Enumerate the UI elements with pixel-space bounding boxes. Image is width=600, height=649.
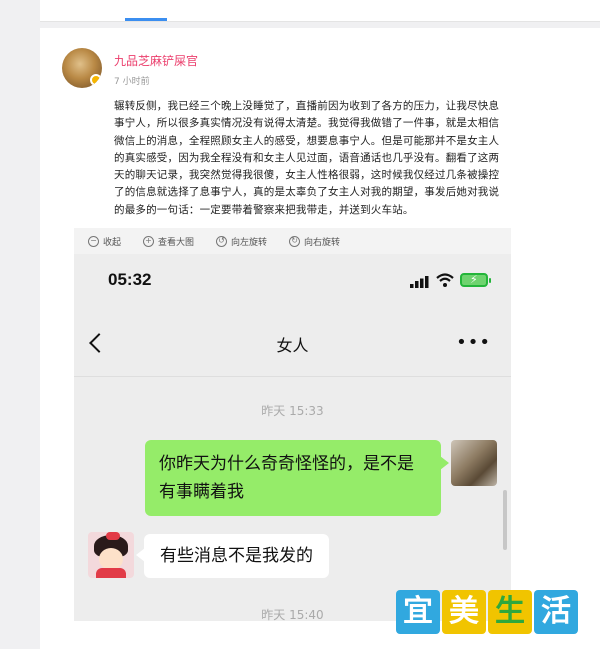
collapse-button-label: 收起: [103, 237, 122, 248]
zoom-icon: +: [143, 235, 155, 247]
author-name[interactable]: 九品芝麻铲屎官: [114, 52, 198, 69]
view-large-button-label: 查看大图: [158, 237, 195, 248]
post-line: 了的信息就选择了息事宁人，真的是太辜负了女主人对我的期望，事发后她对我说: [114, 186, 500, 199]
my-avatar: [451, 440, 497, 486]
watermark-logo: 宜 美 生 活: [396, 590, 578, 634]
collapse-button[interactable]: − 收起: [88, 235, 121, 248]
phone-status-bar: 05:32 ⚡: [74, 254, 511, 298]
view-large-button[interactable]: + 查看大图: [143, 235, 194, 248]
verified-badge-icon: [90, 74, 102, 86]
image-viewer-toolbar: − 收起 + 查看大图 ↺ 向左旋转 ↻ 向右旋转: [74, 228, 511, 254]
received-message-bubble: 有些消息不是我发的: [136, 534, 329, 578]
rotate-right-button-label: 向右旋转: [304, 237, 341, 248]
watermark-char: 生: [488, 590, 532, 634]
wifi-icon: [436, 273, 454, 287]
message-timestamp: 昨天 15:33: [261, 404, 324, 418]
chat-nav-bar: 女人 •••: [74, 330, 511, 360]
active-tab-indicator: [125, 18, 167, 21]
nav-divider: [74, 376, 511, 377]
top-tab-bar: [40, 0, 600, 22]
rotate-left-icon: ↺: [216, 235, 228, 247]
contact-avatar: [88, 532, 134, 578]
post-line: 天的聊天记录，我突然觉得我很傻，女主人性格很弱，这时候我仅经过几条被操控: [114, 169, 500, 182]
chat-screenshot-image[interactable]: 05:32 ⚡ 女人 ••• 昨天 15:33 你昨天为什么奇奇怪怪的，是不是有…: [74, 254, 511, 621]
more-options-icon[interactable]: •••: [456, 332, 491, 353]
rotate-left-button-label: 向左旋转: [231, 237, 268, 248]
post-line: 事宁人，所以很多真实情况没有说得太清楚。我觉得我做错了一件事，就是太相信: [114, 117, 500, 130]
sent-message-bubble: 你昨天为什么奇奇怪怪的，是不是有事瞒着我: [145, 440, 449, 516]
watermark-char: 宜: [396, 590, 440, 634]
rotate-right-button[interactable]: ↻ 向右旋转: [289, 235, 340, 248]
battery-icon: ⚡: [460, 273, 491, 287]
post-text: 辗转反侧，我已经三个晚上没睡觉了，直播前因为收到了各方的压力，让我尽快息 事宁人…: [114, 98, 570, 219]
rotate-right-icon: ↻: [289, 235, 301, 247]
rotate-left-button[interactable]: ↺ 向左旋转: [216, 235, 267, 248]
author-avatar[interactable]: [62, 48, 102, 88]
watermark-char: 美: [442, 590, 486, 634]
post-line: 辗转反侧，我已经三个晚上没睡觉了，直播前因为收到了各方的压力，让我尽快息: [114, 100, 500, 112]
status-clock: 05:32: [108, 270, 152, 289]
post-time: 7 小时前: [114, 77, 150, 87]
post-line: 的最多的一句话：一定要带着警察来把我带走，并送到火车站。: [114, 203, 414, 216]
post-line: 的真实感受，因为我全程没有和女主人见过面，语音通话也几乎没有。翻看了这两: [114, 151, 500, 164]
chat-scrollbar: [503, 490, 507, 550]
post-line: 微信上的消息，全程照顾女主人的感受，想要息事宁人。但是可能那并不是女主人: [114, 134, 500, 147]
signal-icon: [410, 276, 429, 288]
watermark-char: 活: [534, 590, 578, 634]
collapse-icon: −: [88, 235, 99, 247]
chat-title: 女人: [276, 336, 309, 355]
